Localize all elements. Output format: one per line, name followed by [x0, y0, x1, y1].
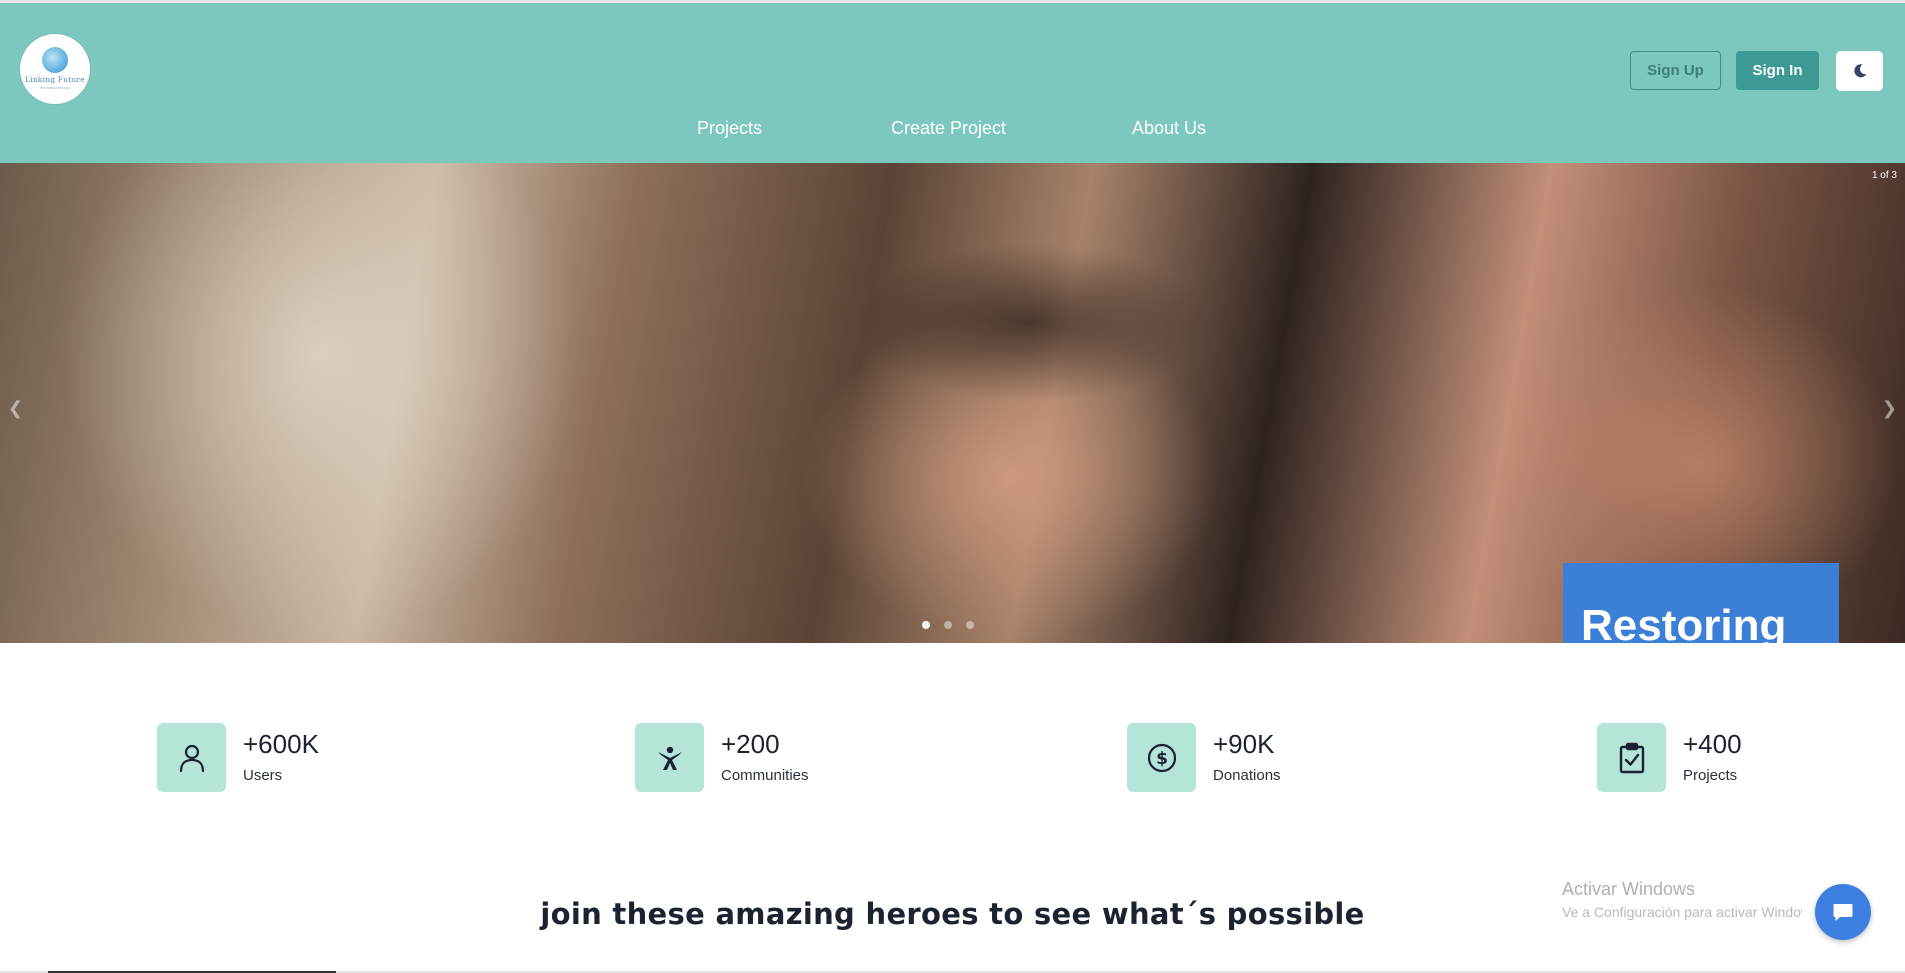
site-logo[interactable]: Linking Future the world need you	[20, 34, 90, 104]
theme-toggle-button[interactable]	[1836, 51, 1883, 91]
stat-label: Projects	[1683, 767, 1738, 784]
stat-value: +600K	[243, 729, 319, 759]
nav-link-projects[interactable]: Projects	[697, 118, 762, 139]
slide-caption-text: Restoring	[1581, 601, 1787, 643]
slide-caption: Restoring	[1563, 563, 1839, 643]
carousel-prev-arrow-icon[interactable]: ❮	[8, 398, 23, 419]
user-icon	[157, 723, 226, 792]
hero-carousel[interactable]: 1 of 3 ❮ ❯ Restoring	[0, 163, 1905, 643]
slide-counter: 1 of 3	[1871, 170, 1897, 181]
sign-up-button[interactable]: Sign Up	[1630, 51, 1721, 90]
carousel-dot-1[interactable]	[922, 621, 930, 629]
carousel-dot-2[interactable]	[944, 621, 952, 629]
stat-label: Donations	[1213, 767, 1281, 784]
stat-label: Users	[243, 767, 283, 784]
stat-value: +200	[721, 729, 780, 759]
carousel-dot-3[interactable]	[966, 621, 974, 629]
stat-label: Communities	[721, 767, 809, 784]
community-icon	[635, 723, 704, 792]
logo-subtitle: the world need you	[40, 86, 70, 90]
chat-bubble-icon	[1833, 904, 1853, 921]
chat-button[interactable]	[1815, 884, 1871, 940]
nav-link-create-project[interactable]: Create Project	[891, 118, 1006, 139]
carousel-next-arrow-icon[interactable]: ❯	[1882, 398, 1897, 419]
carousel-indicators	[922, 621, 974, 629]
globe-icon	[42, 47, 68, 73]
clipboard-check-icon	[1597, 723, 1666, 792]
nav-link-about-us[interactable]: About Us	[1132, 118, 1206, 139]
sign-in-button[interactable]: Sign In	[1736, 51, 1819, 90]
hero-image	[60, 163, 580, 643]
windows-activation-title: Activar Windows	[1562, 879, 1696, 899]
windows-activation-subtitle: Ve a Configuración para activar Windows.	[1562, 904, 1802, 920]
site-header: Linking Future the world need you Projec…	[0, 3, 1905, 163]
moon-icon	[1853, 64, 1866, 78]
svg-text:$: $	[1156, 749, 1168, 769]
dollar-coin-icon: $	[1127, 723, 1196, 792]
stat-value: +400	[1683, 729, 1742, 759]
hero-image-detail	[850, 243, 1210, 403]
logo-title: Linking Future	[25, 75, 85, 84]
stat-value: +90K	[1213, 729, 1275, 759]
